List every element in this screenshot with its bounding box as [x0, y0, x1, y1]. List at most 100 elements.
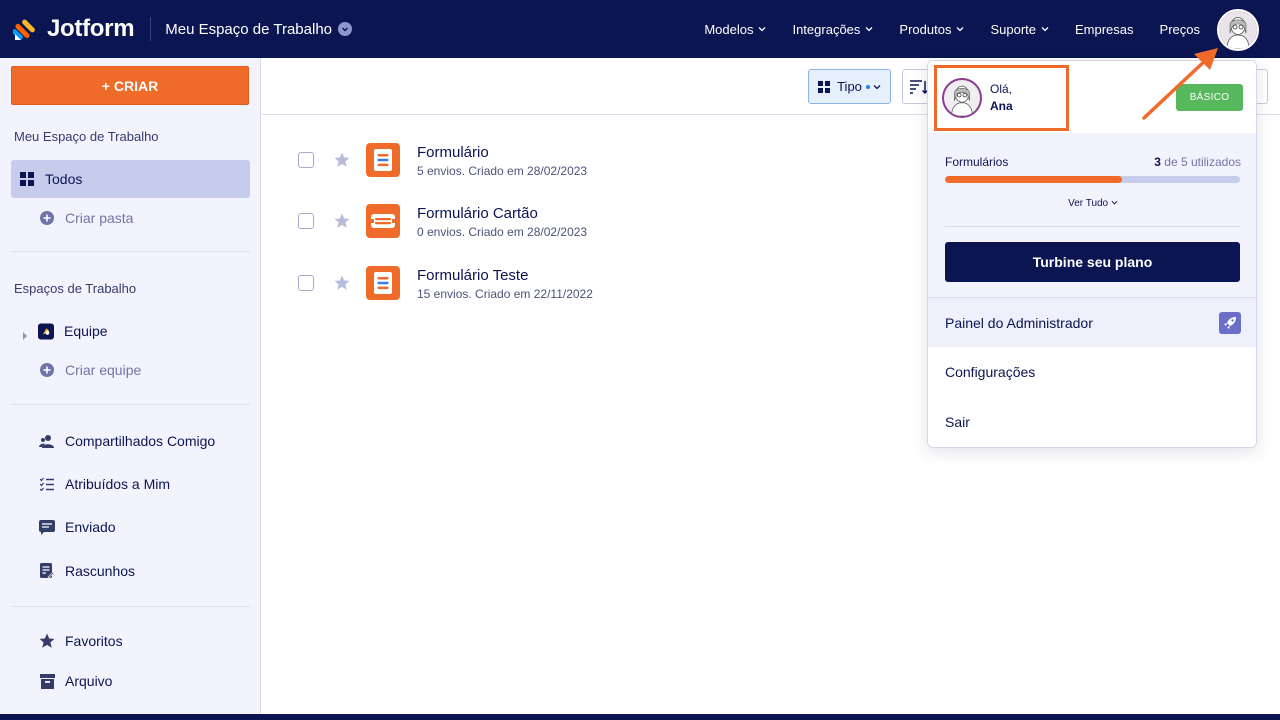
annotation-arrow-icon	[1142, 48, 1218, 120]
menu-item-label: Configurações	[945, 364, 1036, 380]
sidebar-item-shared[interactable]: Compartilhados Comigo	[11, 422, 250, 460]
nav-label: Empresas	[1075, 21, 1134, 37]
sidebar-item-create-folder[interactable]: Criar pasta	[11, 199, 250, 237]
menu-item-label: Painel do Administrador	[945, 314, 1093, 331]
chevron-down-icon	[1111, 200, 1118, 205]
workspace-name: Meu Espaço de Trabalho	[165, 20, 333, 38]
form-title[interactable]: Formulário Cartão	[417, 204, 587, 223]
sidebar-item-all[interactable]: Todos	[11, 160, 250, 198]
admin-panel-item[interactable]: Painel do Administrador	[928, 297, 1256, 347]
my-workspace-heading: Meu Espaço de Trabalho	[14, 129, 159, 144]
star-icon[interactable]	[334, 275, 350, 291]
chevron-down-icon	[865, 27, 873, 32]
form-info: Formulário Teste 15 envios. Criado em 22…	[417, 266, 593, 301]
star-icon[interactable]	[334, 152, 350, 168]
sidebar-item-label: Compartilhados Comigo	[65, 433, 216, 449]
nav-precos[interactable]: Preços	[1160, 22, 1200, 37]
nav-suporte[interactable]: Suporte	[990, 22, 1049, 37]
settings-item[interactable]: Configurações	[928, 347, 1256, 397]
create-button[interactable]: + CRIAR	[11, 66, 249, 105]
menu-item-label: Sair	[945, 414, 970, 430]
chevron-down-icon	[956, 27, 964, 32]
form-row[interactable]: Formulário Cartão 0 envios. Criado em 28…	[298, 201, 898, 241]
workspace-selector[interactable]: Meu Espaço de Trabalho	[165, 20, 353, 38]
nav-label: Modelos	[704, 21, 754, 37]
chevron-down-icon	[873, 84, 881, 89]
sidebar-item-drafts[interactable]: Rascunhos	[11, 552, 250, 590]
sidebar-item-label: Enviado	[65, 519, 116, 535]
form-row[interactable]: Formulário 5 envios. Criado em 28/02/202…	[298, 140, 898, 180]
star-icon	[39, 633, 55, 649]
nav-integracoes[interactable]: Integrações	[792, 22, 873, 37]
card-form-icon	[366, 204, 400, 238]
form-checkbox[interactable]	[298, 213, 314, 229]
form-meta: 5 envios. Criado em 28/02/2023	[417, 163, 588, 178]
nav-label: Integrações	[792, 21, 861, 37]
jotform-logo[interactable]: Jotform	[12, 15, 135, 43]
brand-name: Jotform	[47, 15, 135, 42]
grid-icon	[818, 80, 831, 93]
sidebar-item-label: Criar equipe	[65, 362, 142, 378]
sidebar-item-assigned[interactable]: Atribuídos a Mim	[11, 465, 250, 503]
main-nav: Modelos Integrações Produtos Suporte Emp…	[678, 0, 1200, 58]
sidebar-item-create-team[interactable]: Criar equipe	[11, 351, 250, 389]
archive-icon	[39, 673, 55, 689]
workspaces-heading: Espaços de Trabalho	[14, 281, 137, 296]
plus-circle-icon	[39, 210, 55, 226]
plus-circle-icon	[39, 362, 55, 378]
form-meta: 0 envios. Criado em 28/02/2023	[417, 224, 588, 239]
sidebar-item-team[interactable]: Equipe	[11, 312, 250, 350]
caret-right-icon	[22, 327, 28, 343]
form-checkbox[interactable]	[298, 152, 314, 168]
form-info: Formulário 5 envios. Criado em 28/02/202…	[417, 143, 587, 178]
form-icon	[366, 143, 400, 177]
form-title[interactable]: Formulário Teste	[417, 266, 593, 285]
team-icon	[38, 323, 54, 339]
star-icon[interactable]	[334, 213, 350, 229]
sidebar-item-label: Todos	[45, 171, 83, 187]
avatar	[942, 78, 982, 118]
nav-modelos[interactable]: Modelos	[704, 22, 766, 37]
form-checkbox[interactable]	[298, 275, 314, 291]
type-filter-button[interactable]: Tipo	[808, 69, 891, 104]
chevron-down-icon	[1041, 27, 1049, 32]
avatar-icon	[944, 80, 980, 116]
usage-label: Formulários	[945, 155, 1009, 169]
bottom-edge	[0, 714, 1280, 720]
chevron-down-icon	[338, 22, 353, 36]
greeting-text: Olá,	[990, 82, 1013, 96]
logout-item[interactable]: Sair	[928, 397, 1256, 447]
usage-progress-fill	[945, 176, 1122, 183]
sort-icon	[910, 79, 928, 94]
usage-divider	[945, 226, 1240, 227]
user-name: Ana	[990, 98, 1013, 115]
user-name-text: Ana	[990, 99, 1013, 113]
view-all-label: Ver Tudo	[1068, 198, 1109, 209]
sidebar-divider	[11, 404, 250, 405]
sidebar-divider	[11, 251, 250, 252]
user-greeting: Olá, Ana	[990, 81, 1013, 115]
draft-icon	[39, 563, 55, 579]
users-icon	[39, 433, 55, 449]
sidebar-item-sent[interactable]: Enviado	[11, 508, 250, 546]
header-divider	[150, 17, 152, 41]
nav-label: Preços	[1159, 21, 1200, 37]
form-icon	[366, 266, 400, 300]
view-all-link[interactable]: Ver Tudo	[928, 198, 1256, 209]
sidebar-item-label: Arquivo	[65, 673, 113, 689]
nav-empresas[interactable]: Empresas	[1075, 22, 1134, 37]
sidebar-item-favorites[interactable]: Favoritos	[11, 622, 250, 660]
form-row[interactable]: Formulário Teste 15 envios. Criado em 22…	[298, 263, 898, 303]
sidebar-item-archive[interactable]: Arquivo	[11, 662, 250, 700]
usage-section: Formulários 3 de 5 utilizados Ver Tudo T…	[928, 133, 1256, 297]
usage-used: 3	[1154, 155, 1161, 169]
usage-rest: de 5 utilizados	[1160, 155, 1241, 169]
jotform-logo-icon	[12, 16, 39, 42]
upgrade-plan-button[interactable]: Turbine seu plano	[945, 242, 1240, 282]
sidebar-divider	[11, 606, 250, 607]
form-title[interactable]: Formulário	[417, 143, 587, 162]
sidebar: + CRIAR Meu Espaço de Trabalho Todos Cri…	[0, 58, 261, 720]
usage-count: 3 de 5 utilizados	[1154, 155, 1241, 169]
nav-produtos[interactable]: Produtos	[899, 22, 964, 37]
type-filter-label: Tipo	[837, 79, 862, 94]
